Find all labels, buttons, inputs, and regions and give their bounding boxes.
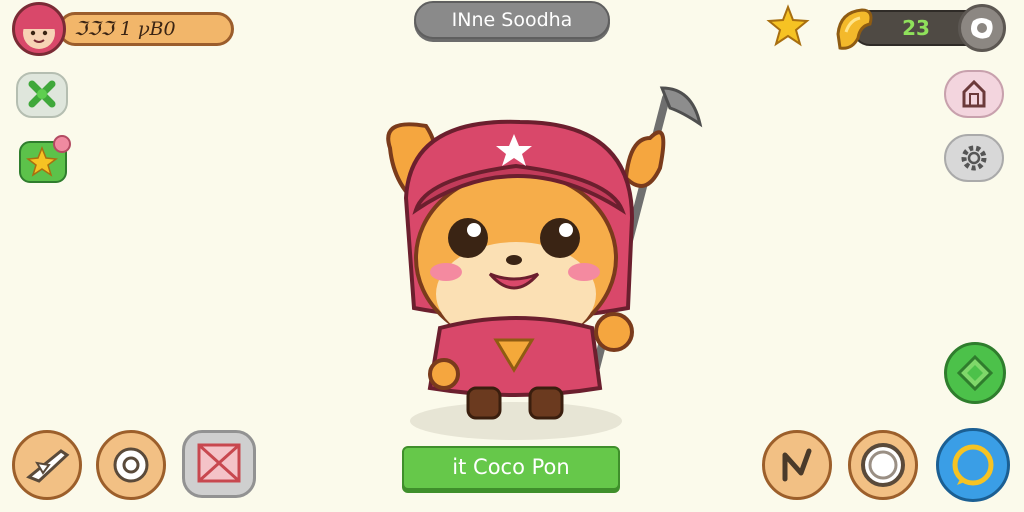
gear-icon bbox=[961, 145, 987, 171]
favorite-button[interactable] bbox=[18, 134, 72, 186]
character-name-label: it Coco Pon bbox=[402, 455, 620, 479]
close-icon bbox=[971, 18, 993, 39]
home-button[interactable] bbox=[944, 70, 1004, 118]
character-name-prefix: it bbox=[452, 455, 467, 479]
diamond-icon bbox=[956, 354, 994, 392]
character-name: Coco Pon bbox=[473, 455, 570, 479]
chat-icon bbox=[952, 444, 994, 486]
page-title: INne Soodha bbox=[451, 9, 573, 31]
avatar-icon[interactable] bbox=[12, 2, 66, 56]
target-button[interactable] bbox=[96, 430, 166, 500]
star-icon[interactable] bbox=[766, 4, 810, 48]
back-icon bbox=[782, 448, 812, 482]
favorite-icon bbox=[19, 135, 71, 183]
plane-button[interactable] bbox=[12, 430, 82, 500]
chat-button[interactable] bbox=[936, 428, 1010, 502]
settings-button[interactable] bbox=[944, 134, 1004, 182]
player-profile[interactable]: ℑℑℑ 1 ꝩB0 bbox=[12, 2, 236, 58]
leaf-button[interactable] bbox=[16, 72, 68, 118]
back-button[interactable] bbox=[762, 430, 832, 500]
currency-amount: 23 bbox=[902, 16, 930, 40]
coin-icon bbox=[830, 4, 882, 52]
close-button[interactable] bbox=[958, 4, 1006, 52]
plane-icon bbox=[26, 449, 70, 483]
ring-icon bbox=[861, 443, 905, 487]
cancel-icon bbox=[197, 443, 241, 483]
home-icon bbox=[962, 79, 986, 108]
leaf-icon bbox=[28, 80, 56, 108]
ring-button[interactable] bbox=[848, 430, 918, 500]
target-icon bbox=[113, 447, 149, 483]
character-sprite[interactable] bbox=[370, 78, 710, 438]
diamond-button[interactable] bbox=[944, 342, 1006, 404]
cancel-button[interactable] bbox=[182, 430, 256, 498]
player-name-label: ℑℑℑ 1 ꝩB0 bbox=[74, 18, 176, 40]
